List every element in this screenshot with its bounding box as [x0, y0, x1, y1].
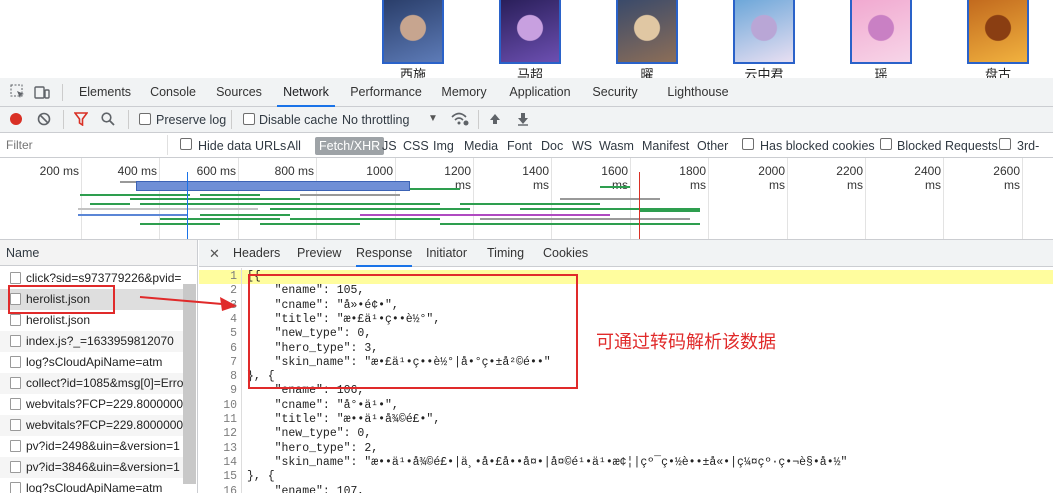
annotation-arrow	[139, 296, 237, 311]
annotation-text: 可通过转码解析该数据	[596, 332, 776, 353]
